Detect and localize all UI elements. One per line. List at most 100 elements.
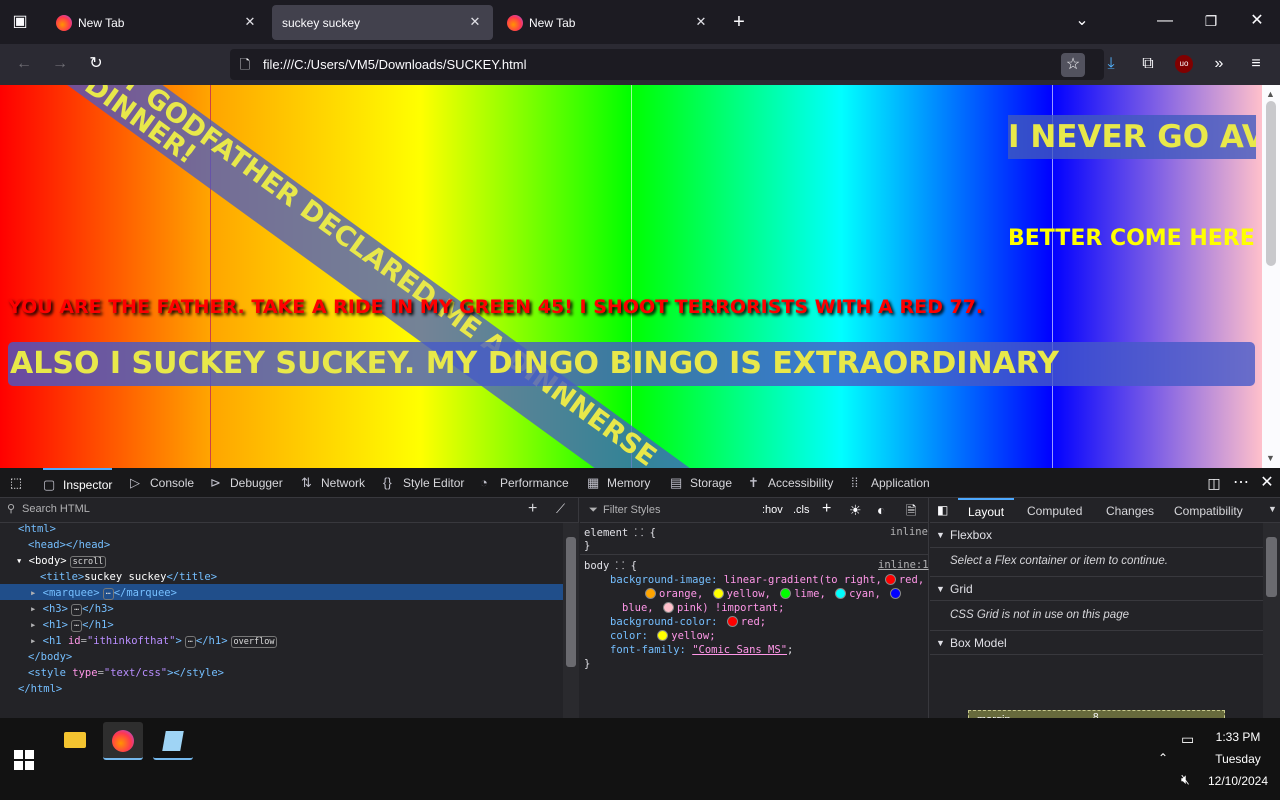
flexbox-header[interactable]: ▼ Flexbox [930, 523, 1263, 548]
scroll-down-icon[interactable]: ▼ [1266, 453, 1275, 463]
cls-toggle[interactable]: .cls [793, 504, 810, 516]
decl-background-image[interactable]: background-image: linear-gradient(to rig… [610, 574, 924, 586]
bookmark-star-icon[interactable]: ☆ [1061, 53, 1085, 77]
tab-console[interactable]: ▷ Console [130, 468, 194, 498]
tab-memory[interactable]: ▦ Memory [587, 468, 650, 498]
node-h1[interactable]: ▸ <h1> ⋯ </h1> [30, 619, 114, 632]
h3-heading: BETTER COME HERE [1008, 226, 1255, 251]
url-bar[interactable]: 🗋 file:///C:/Users/VM5/Downloads/SUCKEY.… [230, 49, 1104, 80]
node-body[interactable]: ▾ <body> scroll [16, 555, 107, 568]
scroll-thumb[interactable] [566, 537, 576, 667]
pick-element-icon[interactable]: ⬚ [6, 473, 26, 493]
node-marquee[interactable]: ▸ <marquee> ⋯ </marquee> [30, 587, 177, 600]
navigation-bar: ← → ↻ 🗋 file:///C:/Users/VM5/Downloads/S… [0, 44, 1280, 85]
node-head[interactable]: <head></head> [28, 539, 110, 551]
hov-toggle[interactable]: :hov [762, 504, 783, 516]
chevron-down-icon[interactable]: ▼ [1268, 504, 1277, 514]
page-scrollbar[interactable]: ▲ ▼ [1262, 85, 1280, 468]
close-window-icon[interactable]: ✕ [1247, 11, 1267, 31]
clock-time[interactable]: 1:33 PM [1206, 730, 1270, 744]
clock-date[interactable]: 12/10/2024 [1206, 774, 1270, 788]
dark-mode-icon[interactable]: ◐ [877, 502, 885, 518]
tab-new-tab-1[interactable]: New Tab ✕ [46, 5, 268, 40]
chevron-up-icon[interactable]: ⌃ [1158, 751, 1168, 765]
add-rule-icon[interactable]: + [822, 500, 831, 518]
clock-day[interactable]: Tuesday [1206, 752, 1270, 766]
ublock-icon[interactable]: uo [1175, 55, 1193, 73]
tab-changes[interactable]: Changes [1106, 504, 1154, 518]
tab-compatibility[interactable]: Compatibility [1174, 504, 1243, 518]
close-tab-icon[interactable]: ✕ [693, 14, 709, 30]
forward-icon[interactable]: → [50, 54, 70, 74]
box-model-header[interactable]: ▼ Box Model [930, 630, 1263, 655]
node-title[interactable]: <title>suckey suckey</title> [40, 571, 217, 583]
more-options-icon[interactable]: ⋯ [1231, 473, 1251, 493]
markup-scrollbar[interactable] [563, 523, 579, 722]
hamburger-menu-icon[interactable]: ≡ [1246, 54, 1266, 74]
speaker-muted-icon[interactable]: 🔇︎ [1181, 771, 1190, 788]
tab-application[interactable]: ⁞⁞ Application [851, 468, 930, 498]
decl-font-family[interactable]: font-family: "Comic Sans MS"; [610, 644, 793, 656]
tab-title: New Tab [529, 15, 576, 30]
new-tab-icon[interactable]: + [729, 12, 749, 32]
scroll-thumb[interactable] [1266, 537, 1277, 597]
search-html-input[interactable]: Search HTML [22, 503, 90, 515]
tab-network[interactable]: ⇅ Network [301, 468, 365, 498]
add-node-icon[interactable]: + [528, 500, 537, 518]
element-selector: element ⸬ { [584, 527, 656, 539]
overflow-menu-icon[interactable]: » [1209, 54, 1229, 74]
tab-style-editor[interactable]: {} Style Editor [383, 468, 464, 498]
close-devtools-icon[interactable]: ✕ [1257, 473, 1277, 493]
network-icon[interactable]: ▭ [1181, 731, 1194, 748]
eyedropper-icon[interactable]: ⟋ [556, 501, 565, 517]
node-h3[interactable]: ▸ <h3> ⋯ </h3> [30, 603, 114, 616]
tab-debugger[interactable]: ⊳ Debugger [210, 468, 283, 498]
scroll-thumb[interactable] [1266, 101, 1276, 266]
tab-storage[interactable]: ▤ Storage [670, 468, 732, 498]
extensions-icon[interactable]: ⧉ [1138, 54, 1158, 74]
minimize-icon[interactable]: — [1155, 11, 1175, 31]
tab-layout[interactable]: Layout [958, 498, 1015, 523]
tab-computed[interactable]: Computed [1027, 504, 1082, 518]
tab-accessibility[interactable]: ✝ Accessibility [748, 468, 833, 498]
chevron-down-icon[interactable]: ⌄ [1072, 11, 1092, 31]
restore-icon[interactable]: ❐ [1201, 11, 1221, 31]
toggle-sidebar-icon[interactable]: ◧ [937, 503, 948, 517]
file-explorer-icon[interactable] [55, 722, 95, 760]
list-all-tabs-icon[interactable]: ▣ [10, 12, 30, 32]
downloads-icon[interactable]: ⤓ [1101, 54, 1121, 74]
swatch-yellow-icon [657, 630, 669, 641]
close-tab-icon[interactable]: ✕ [467, 14, 483, 30]
swatch-lime-icon [780, 588, 792, 599]
notepad-icon[interactable] [153, 722, 193, 760]
tab-suckey-suckey[interactable]: suckey suckey ✕ [272, 5, 493, 40]
tab-new-tab-2[interactable]: New Tab ✕ [497, 5, 719, 40]
url-text: file:///C:/Users/VM5/Downloads/SUCKEY.ht… [263, 57, 527, 72]
tab-performance[interactable]: ◔ Performance [480, 468, 569, 498]
scroll-up-icon[interactable]: ▲ [1266, 89, 1275, 99]
filter-styles-input[interactable]: Filter Styles [603, 504, 660, 516]
dock-icon[interactable]: ◫ [1204, 473, 1224, 493]
node-h1-ithinkofthat[interactable]: ▸ <h1 id="ithinkofthat"> ⋯ </h1> overflow [30, 635, 278, 648]
firefox-taskbar-icon[interactable] [103, 722, 143, 760]
search-icon: ⚲ [7, 503, 16, 515]
file-icon: 🗋 [239, 57, 251, 72]
print-mode-icon[interactable]: 🗎 [906, 502, 916, 524]
search-html-bar[interactable]: ⚲ Search HTML + ⟋ [0, 498, 578, 523]
grid-header[interactable]: ▼ Grid [930, 576, 1263, 601]
decl-color[interactable]: color: yellow; [610, 630, 716, 642]
filter-icon: ⏷ [589, 504, 598, 516]
body-source-link[interactable]: inline:1 [878, 559, 929, 571]
node-html[interactable]: <html> [18, 523, 56, 535]
markup-view: ⚲ Search HTML + ⟋ <html> <head></head> ▾… [0, 498, 579, 741]
scroll-badge: scroll [69, 556, 107, 568]
back-icon[interactable]: ← [14, 54, 34, 74]
tab-inspector[interactable]: ▢ Inspector [43, 468, 113, 498]
start-icon[interactable] [14, 750, 34, 770]
light-mode-icon[interactable]: ☀ [849, 502, 862, 519]
node-style[interactable]: <style type="text/css"></style> [28, 667, 224, 679]
close-tab-icon[interactable]: ✕ [242, 14, 258, 30]
reload-icon[interactable]: ↻ [86, 54, 106, 74]
sidebar-scrollbar[interactable] [1263, 523, 1280, 718]
decl-background-color[interactable]: background-color: red; [610, 616, 766, 628]
